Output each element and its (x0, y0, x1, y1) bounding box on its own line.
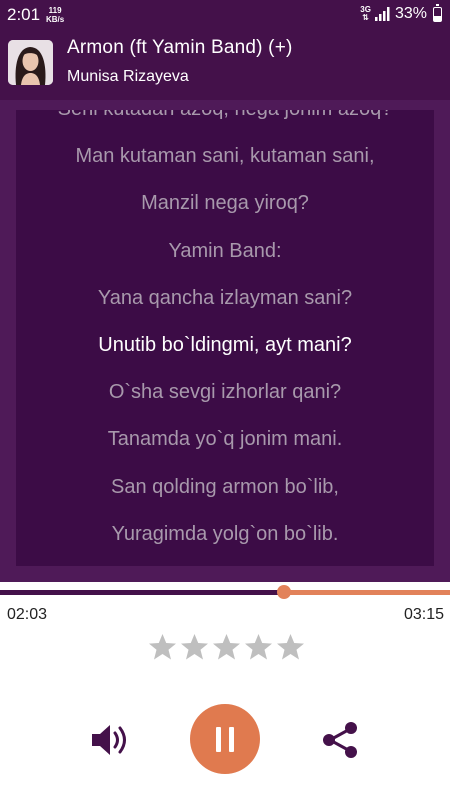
artist-name: Munisa Rizayeva (67, 68, 189, 85)
status-icons: 3G ⇅ 33% (360, 3, 442, 23)
album-cover[interactable] (8, 40, 53, 85)
status-bar: 2:01 119 KB/s 3G ⇅ 33% (0, 0, 450, 30)
network-speed-unit: KB/s (46, 15, 65, 24)
lyric-line-current: Unutib bo`ldingmi, ayt mani? (98, 334, 352, 356)
share-icon (323, 722, 357, 758)
lyric-line: Manzil nega yiroq? (141, 192, 309, 215)
star-icon[interactable] (180, 633, 209, 661)
battery-percent: 33% (394, 5, 427, 22)
star-icon[interactable] (148, 633, 177, 661)
artist-photo (8, 40, 53, 85)
song-title: Armon (ft Yamin Band) (+) (67, 37, 293, 58)
lyric-line: Yamin Band: (168, 239, 282, 262)
lyric-line: Seni kutadan azoq, nega jonim azoq? (16, 110, 434, 121)
volume-icon (92, 725, 126, 755)
signal-icon (374, 7, 390, 21)
network-type: 3G ⇅ (360, 5, 371, 22)
current-time: 02:03 (7, 606, 48, 623)
pause-button[interactable] (190, 704, 260, 774)
total-time: 03:15 (403, 606, 444, 623)
lyric-line: San qolding armon bo`lib, (111, 475, 339, 498)
now-playing-header: Armon (ft Yamin Band) (+) Munisa Rizayev… (0, 30, 450, 100)
lyric-line: Yuragimda yolg`on bo`lib. (111, 522, 339, 545)
lyric-line: O`sha sevgi izhorlar qani? (108, 381, 342, 404)
rating-stars[interactable] (148, 633, 305, 661)
star-icon[interactable] (276, 633, 305, 661)
network-speed-value: 119 (48, 6, 62, 15)
volume-button[interactable] (88, 718, 132, 762)
lyrics-panel[interactable]: Seni kutadan azoq, nega jonim azoq? Man k… (16, 110, 434, 566)
lyric-line: Man kutaman sani, kutaman sani, (75, 145, 375, 168)
network-speed: 119 KB/s (46, 6, 64, 24)
status-time: 2:01 (7, 5, 41, 24)
share-button[interactable] (320, 720, 360, 760)
seek-bar[interactable] (0, 585, 450, 599)
seek-bar-progress (0, 590, 285, 595)
star-icon[interactable] (244, 633, 273, 661)
battery-icon (433, 3, 442, 22)
seek-bar-thumb[interactable] (277, 585, 292, 599)
star-icon[interactable] (212, 633, 241, 661)
lyric-line: Yana qancha izlayman sani? (97, 286, 353, 309)
lyric-line: Tanamda yo`q jonim mani. (107, 428, 343, 451)
